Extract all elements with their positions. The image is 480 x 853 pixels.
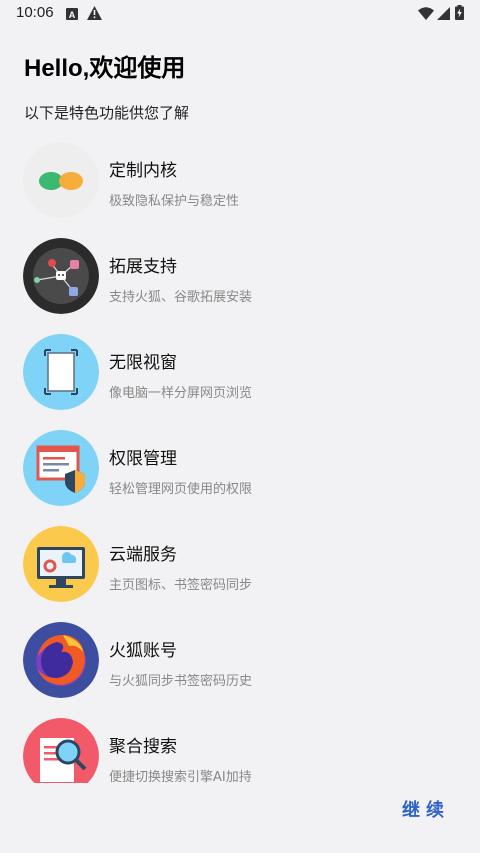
feature-desc: 极致隐私保护与稳定性 — [109, 194, 240, 209]
feature-desc: 支持火狐、谷歌拓展安装 — [109, 290, 253, 305]
svg-text:A: A — [69, 10, 76, 20]
feature-kernel: 定制内核 极致隐私保护与稳定性 — [0, 140, 480, 236]
feature-desc: 主页图标、书签密码同步 — [109, 578, 253, 593]
feature-title: 云端服务 — [109, 545, 177, 565]
permission-icon — [23, 430, 99, 506]
feature-cloud: 云端服务 主页图标、书签密码同步 — [0, 524, 480, 620]
feature-firefox: 火狐账号 与火狐同步书签密码历史 — [0, 620, 480, 716]
warning-icon — [87, 5, 102, 24]
kernel-icon — [23, 142, 99, 218]
keyboard-notification-icon: A — [66, 5, 78, 24]
continue-button[interactable]: 继续 — [402, 796, 450, 822]
extension-icon — [23, 238, 99, 314]
feature-window: 无限视窗 像电脑一样分屏网页浏览 — [0, 332, 480, 428]
firefox-icon — [23, 622, 99, 698]
status-time: 10:06 — [16, 4, 54, 21]
battery-icon — [455, 5, 464, 24]
feature-title: 权限管理 — [109, 449, 177, 469]
feature-search: 聚合搜索 便捷切换搜索引擎AI加持 — [0, 716, 480, 783]
feature-desc: 像电脑一样分屏网页浏览 — [109, 386, 253, 401]
feature-title: 火狐账号 — [109, 641, 177, 661]
page-subtitle: 以下是特色功能供您了解 — [24, 104, 190, 122]
signal-icon — [437, 5, 450, 24]
feature-desc: 与火狐同步书签密码历史 — [109, 674, 253, 689]
feature-title: 聚合搜索 — [109, 737, 177, 757]
page-title: Hello,欢迎使用 — [24, 55, 186, 82]
feature-title: 无限视窗 — [109, 353, 177, 373]
feature-extension: 拓展支持 支持火狐、谷歌拓展安装 — [0, 236, 480, 332]
window-icon — [23, 334, 99, 410]
feature-title: 定制内核 — [109, 161, 177, 181]
feature-list: 定制内核 极致隐私保护与稳定性 拓展支持 支持火狐、谷歌拓展安装 无限视窗 像电… — [0, 140, 480, 783]
cloud-icon — [23, 526, 99, 602]
feature-title: 拓展支持 — [109, 257, 177, 277]
search-icon — [23, 718, 99, 783]
feature-desc: 轻松管理网页使用的权限 — [109, 482, 253, 497]
wifi-icon — [418, 5, 434, 24]
feature-permission: 权限管理 轻松管理网页使用的权限 — [0, 428, 480, 524]
status-bar: 10:06 A — [0, 0, 480, 26]
feature-desc: 便捷切换搜索引擎AI加持 — [109, 770, 252, 783]
